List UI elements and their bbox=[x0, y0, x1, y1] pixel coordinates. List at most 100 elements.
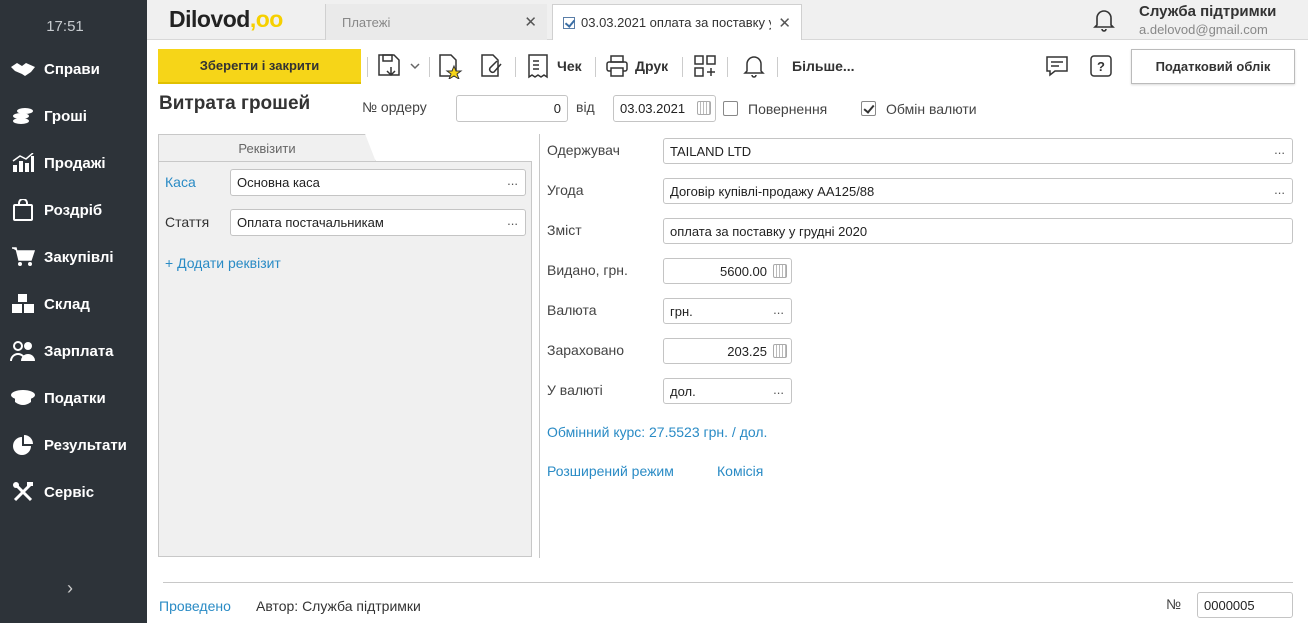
sidebar-collapse-button[interactable]: › bbox=[58, 576, 82, 600]
tab-current-document[interactable]: 03.03.2021 оплата за поставку у грудні 2… bbox=[552, 4, 802, 40]
select-button[interactable]: ... bbox=[507, 173, 518, 188]
sidebar-item-label: Сервіс bbox=[44, 483, 95, 501]
sidebar-item-salary[interactable]: Зарплата bbox=[0, 329, 147, 373]
order-number-value: 0 bbox=[553, 101, 561, 116]
calculator-icon[interactable] bbox=[773, 264, 787, 278]
chevron-down-icon[interactable] bbox=[409, 52, 421, 80]
select-button[interactable]: ... bbox=[773, 382, 784, 397]
currency-exchange-checkbox[interactable] bbox=[861, 101, 876, 116]
document-check-icon bbox=[563, 16, 575, 29]
sidebar-item-label: Справи bbox=[44, 60, 100, 78]
tax-accounting-button[interactable]: Податковий облік bbox=[1131, 49, 1295, 84]
sidebar-item-sales[interactable]: Продажі bbox=[0, 141, 147, 185]
logo: Dilovod,oo bbox=[169, 6, 283, 33]
return-label: Повернення bbox=[748, 101, 828, 117]
select-button[interactable]: ... bbox=[1274, 142, 1285, 157]
attachment-icon[interactable] bbox=[479, 52, 505, 80]
more-label: Більше... bbox=[792, 58, 855, 74]
reminder-bell-icon[interactable] bbox=[743, 52, 765, 80]
credited-amount-field[interactable]: 203.25 bbox=[663, 338, 792, 364]
close-icon[interactable]: ✕ bbox=[524, 13, 537, 31]
bell-icon[interactable] bbox=[1093, 8, 1115, 32]
currency-exchange-label: Обмін валюти bbox=[886, 101, 977, 117]
calendar-icon[interactable] bbox=[697, 101, 711, 115]
sidebar-item-affairs[interactable]: Справи bbox=[0, 47, 147, 91]
return-checkbox[interactable] bbox=[723, 101, 738, 116]
comments-icon[interactable] bbox=[1045, 52, 1069, 80]
cash-desk-value: Основна каса bbox=[237, 175, 320, 190]
sidebar-item-money[interactable]: Гроші bbox=[0, 94, 147, 138]
top-bar: Dilovod,oo Платежі ✕ 03.03.2021 оплата з… bbox=[147, 0, 1308, 40]
recipient-label: Одержувач bbox=[547, 142, 620, 158]
calculator-icon[interactable] bbox=[773, 344, 787, 358]
article-field[interactable]: Оплата постачальникам... bbox=[230, 209, 526, 236]
select-button[interactable]: ... bbox=[773, 302, 784, 317]
commission-link[interactable]: Комісія bbox=[717, 463, 763, 479]
cash-desk-field[interactable]: Основна каса... bbox=[230, 169, 526, 196]
exchange-rate-link[interactable]: Обмінний курс: 27.5523 грн. / дол. bbox=[547, 424, 767, 440]
print-label: Друк bbox=[635, 58, 669, 74]
sidebar-item-service[interactable]: Сервіс bbox=[0, 470, 147, 514]
issued-label: Видано, грн. bbox=[547, 262, 628, 278]
sidebar-item-warehouse[interactable]: Склад bbox=[0, 282, 147, 326]
status-posted-link[interactable]: Проведено bbox=[159, 598, 231, 614]
tab-requisites[interactable]: Реквізити bbox=[158, 134, 376, 162]
doc-number-field[interactable]: 0000005 bbox=[1197, 592, 1293, 618]
save-icon[interactable] bbox=[377, 52, 403, 80]
currency-field[interactable]: грн.... bbox=[663, 298, 792, 324]
tab-label: 03.03.2021 оплата за поставку у грудні 2… bbox=[581, 15, 771, 30]
extended-mode-link[interactable]: Розширений режим bbox=[547, 463, 674, 479]
print-button[interactable]: Друк bbox=[605, 52, 668, 80]
sidebar-item-label: Результати bbox=[44, 436, 127, 454]
order-number-label: № ордеру bbox=[362, 99, 427, 115]
handshake-icon bbox=[10, 58, 36, 80]
in-currency-field[interactable]: дол.... bbox=[663, 378, 792, 404]
close-icon[interactable]: ✕ bbox=[778, 14, 791, 32]
content-field[interactable]: оплата за поставку у грудні 2020 bbox=[663, 218, 1293, 244]
article-value: Оплата постачальникам bbox=[237, 215, 384, 230]
issued-amount-field[interactable]: 5600.00 bbox=[663, 258, 792, 284]
cart-icon bbox=[10, 246, 36, 268]
pie-chart-icon bbox=[10, 434, 36, 456]
favorite-document-icon[interactable] bbox=[437, 52, 463, 80]
cash-desk-label[interactable]: Каса bbox=[165, 174, 196, 190]
date-value: 03.03.2021 bbox=[620, 101, 686, 116]
agreement-value: Договір купівлі-продажу AA125/88 bbox=[670, 183, 875, 199]
recipient-field[interactable]: TAILAND LTD... bbox=[663, 138, 1293, 164]
receipt-icon bbox=[528, 54, 548, 79]
toolbar-divider bbox=[367, 57, 368, 77]
sidebar-item-retail[interactable]: Роздріб bbox=[0, 188, 147, 232]
select-button[interactable]: ... bbox=[1274, 182, 1285, 197]
receipt-label: Чек bbox=[557, 58, 582, 74]
tab-payments[interactable]: Платежі ✕ bbox=[325, 4, 547, 40]
content-label: Зміст bbox=[547, 222, 582, 238]
user-name[interactable]: Служба підтримки bbox=[1139, 3, 1276, 20]
footer-divider bbox=[163, 582, 1293, 583]
date-input[interactable]: 03.03.2021 bbox=[613, 95, 716, 122]
toolbar-divider bbox=[515, 57, 516, 77]
more-button[interactable]: Більше... bbox=[786, 52, 855, 80]
receipt-button[interactable]: Чек bbox=[525, 52, 582, 80]
doc-number-value: 0000005 bbox=[1204, 597, 1255, 613]
in-currency-value: дол. bbox=[670, 383, 696, 399]
user-email: a.delovod@gmail.com bbox=[1139, 22, 1268, 37]
coins-icon bbox=[10, 105, 36, 127]
logo-text: Dilovod bbox=[169, 6, 250, 32]
shopping-bag-icon bbox=[10, 199, 36, 221]
printer-icon bbox=[606, 55, 628, 77]
sidebar-item-label: Гроші bbox=[44, 107, 87, 125]
order-number-input[interactable]: 0 bbox=[456, 95, 568, 122]
sidebar-item-taxes[interactable]: Податки bbox=[0, 376, 147, 420]
people-icon bbox=[10, 340, 36, 362]
add-widget-icon[interactable] bbox=[693, 52, 717, 80]
agreement-field[interactable]: Договір купівлі-продажу AA125/88... bbox=[663, 178, 1293, 204]
add-requisite-link[interactable]: + Додати реквізит bbox=[165, 255, 281, 271]
select-button[interactable]: ... bbox=[507, 213, 518, 228]
help-icon[interactable]: ? bbox=[1089, 52, 1113, 80]
sidebar-item-purchases[interactable]: Закупівлі bbox=[0, 235, 147, 279]
save-and-close-button[interactable]: Зберегти і закрити bbox=[158, 49, 361, 84]
article-label: Стаття bbox=[165, 214, 210, 230]
tab-label: Платежі bbox=[342, 14, 391, 30]
sidebar-item-results[interactable]: Результати bbox=[0, 423, 147, 467]
tab-requisites-label: Реквізити bbox=[238, 141, 296, 156]
